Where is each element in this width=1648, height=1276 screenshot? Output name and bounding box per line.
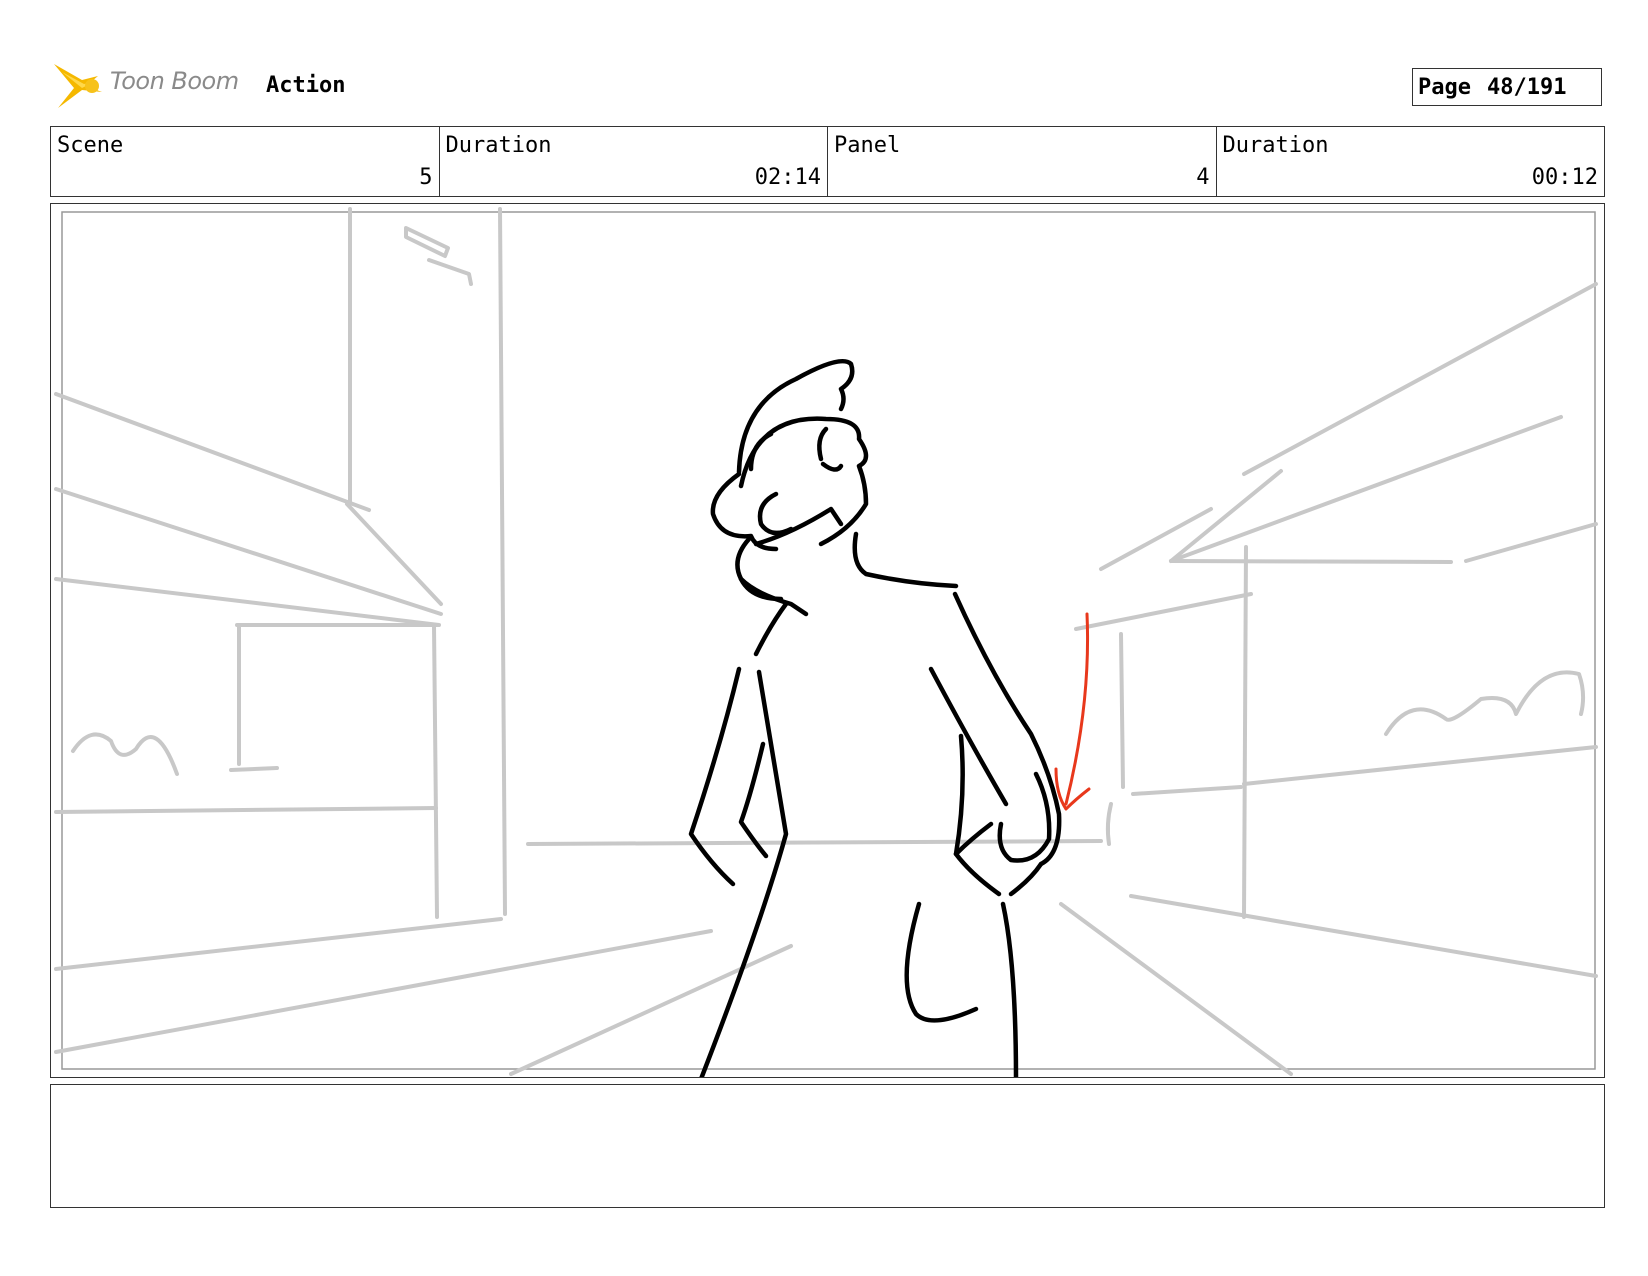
panel-cell: Panel 4 <box>828 127 1217 196</box>
caption-box <box>50 1084 1605 1208</box>
page-label: Page <box>1418 74 1471 100</box>
scene-duration-label: Duration <box>445 133 552 158</box>
background-sketch <box>54 207 1598 1076</box>
panel-label: Panel <box>834 133 901 158</box>
toon-boom-logo: Toon Boom <box>52 58 252 114</box>
scene-duration-cell: Duration 02:14 <box>440 127 828 196</box>
logo-text: Toon Boom <box>110 67 239 95</box>
panel-duration-value: 00:12 <box>1531 165 1598 190</box>
panel-value: 4 <box>1196 165 1210 190</box>
scene-label: Scene <box>57 133 124 158</box>
scene-duration-value: 02:14 <box>754 165 821 190</box>
panel-sketch <box>54 207 1598 1077</box>
motion-arrow <box>1054 612 1091 811</box>
page-indicator: Page 48/191 <box>1412 68 1602 106</box>
panel-duration-label: Duration <box>1222 133 1329 158</box>
safe-area-frame <box>61 211 1596 1070</box>
scene-value: 5 <box>419 165 433 190</box>
board-type-title: Action <box>266 73 346 98</box>
character-sketch <box>688 358 1062 1077</box>
scene-cell: Scene 5 <box>51 127 440 196</box>
storyboard-panel <box>50 203 1605 1078</box>
panel-duration-cell: Duration 00:12 <box>1217 127 1605 196</box>
starburst-icon <box>54 64 102 108</box>
page-number: 48/191 <box>1486 74 1567 100</box>
scene-info-row: Scene 5 Duration 02:14 Panel 4 Duration … <box>50 126 1605 197</box>
